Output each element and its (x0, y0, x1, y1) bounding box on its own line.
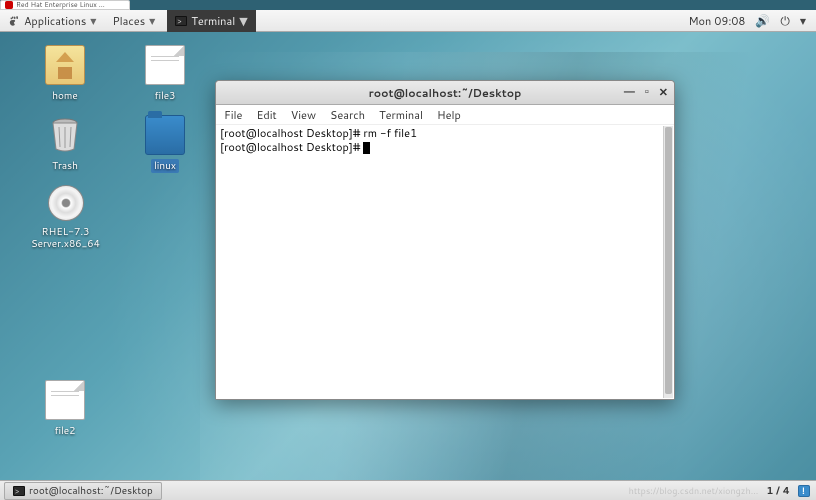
home-folder-icon (45, 45, 85, 85)
command-text: rm -f file1 (360, 125, 417, 141)
desktop-icon-label: RHEL-7.3 Server.x86_64 (18, 225, 113, 251)
places-menu[interactable]: Places ▼ (104, 10, 163, 32)
close-button[interactable]: ✕ (659, 86, 668, 99)
menu-view[interactable]: View (291, 107, 316, 123)
terminal-icon (13, 486, 25, 496)
desktop-icon-label: file3 (152, 89, 177, 103)
active-app-label: Terminal (191, 13, 235, 29)
desktop-icon-label: Trash (50, 159, 80, 173)
bottom-panel-right: https://blog.csdn.net/xiongzh... 1 / 4 (629, 484, 816, 498)
clock[interactable]: Mon 09:08 (688, 13, 745, 29)
terminal-body[interactable]: [root@localhost Desktop]# rm -f file1 [r… (216, 125, 674, 399)
browser-tab-title: Red Hat Enterprise Linux ... (16, 0, 105, 10)
menu-edit[interactable]: Edit (256, 107, 276, 123)
desktop-icon-home[interactable]: home (25, 45, 105, 103)
disc-icon (48, 185, 84, 221)
desktop-icon-label: home (50, 89, 80, 103)
maximize-button[interactable]: ▫ (645, 86, 649, 99)
applications-label: Applications (24, 13, 86, 29)
workspace-indicator[interactable]: 1 / 4 (766, 484, 790, 498)
window-titlebar[interactable]: root@localhost:~/Desktop — ▫ ✕ (216, 81, 674, 105)
window-title: root@localhost:~/Desktop (369, 85, 522, 101)
volume-icon[interactable]: 🔊 (755, 12, 770, 29)
panel-right: Mon 09:08 🔊 ⏻ ▼ (688, 12, 816, 29)
top-panel: Applications ▼ Places ▼ Terminal ▼ Mon 0… (0, 10, 816, 32)
watermark-text: https://blog.csdn.net/xiongzh... (629, 484, 759, 497)
active-app-indicator[interactable]: Terminal ▼ (167, 10, 255, 32)
power-icon[interactable]: ⏻ (780, 12, 790, 29)
notification-icon[interactable] (798, 485, 810, 497)
desktop-icon-file3[interactable]: file3 (125, 45, 205, 103)
prompt: [root@localhost Desktop]# (220, 139, 360, 155)
desktop-icon-file2[interactable]: file2 (25, 380, 105, 438)
terminal-menubar: File Edit View Search Terminal Help (216, 105, 674, 125)
user-menu-chevron-icon[interactable]: ▼ (800, 15, 806, 27)
desktop-icon-linux-folder[interactable]: linux (125, 115, 205, 173)
folder-icon (145, 115, 185, 155)
window-controls: — ▫ ✕ (624, 86, 668, 99)
taskbar-item-label: root@localhost:~/Desktop (29, 484, 153, 498)
terminal-window[interactable]: root@localhost:~/Desktop — ▫ ✕ File Edit… (215, 80, 675, 400)
taskbar-item-terminal[interactable]: root@localhost:~/Desktop (4, 482, 162, 500)
desktop-icon-rhel-disc[interactable]: RHEL-7.3 Server.x86_64 (18, 185, 113, 251)
desktop-icon-label: file2 (52, 424, 77, 438)
terminal-icon (175, 16, 187, 26)
minimize-button[interactable]: — (624, 86, 635, 99)
redhat-favicon (5, 1, 13, 9)
file-icon (45, 380, 85, 420)
desktop-icon-label: linux (151, 159, 179, 173)
applications-menu[interactable]: Applications ▼ (0, 10, 104, 32)
chevron-down-icon: ▼ (239, 13, 247, 29)
desktop-icon-trash[interactable]: Trash (25, 115, 105, 173)
menu-file[interactable]: File (224, 107, 242, 123)
browser-tab: Red Hat Enterprise Linux ... (0, 0, 130, 10)
gnome-foot-icon (8, 15, 20, 27)
scrollbar-thumb[interactable] (665, 127, 672, 394)
terminal-scrollbar[interactable] (663, 126, 673, 398)
chevron-down-icon: ▼ (149, 15, 155, 27)
file-icon (145, 45, 185, 85)
places-label: Places (112, 13, 145, 29)
text-cursor (363, 142, 370, 154)
menu-help[interactable]: Help (437, 107, 461, 123)
trash-icon (25, 115, 105, 159)
panel-left: Applications ▼ Places ▼ Terminal ▼ (0, 10, 256, 32)
chevron-down-icon: ▼ (90, 15, 96, 27)
menu-search[interactable]: Search (330, 107, 365, 123)
bottom-panel: root@localhost:~/Desktop https://blog.cs… (0, 480, 816, 500)
menu-terminal[interactable]: Terminal (379, 107, 423, 123)
